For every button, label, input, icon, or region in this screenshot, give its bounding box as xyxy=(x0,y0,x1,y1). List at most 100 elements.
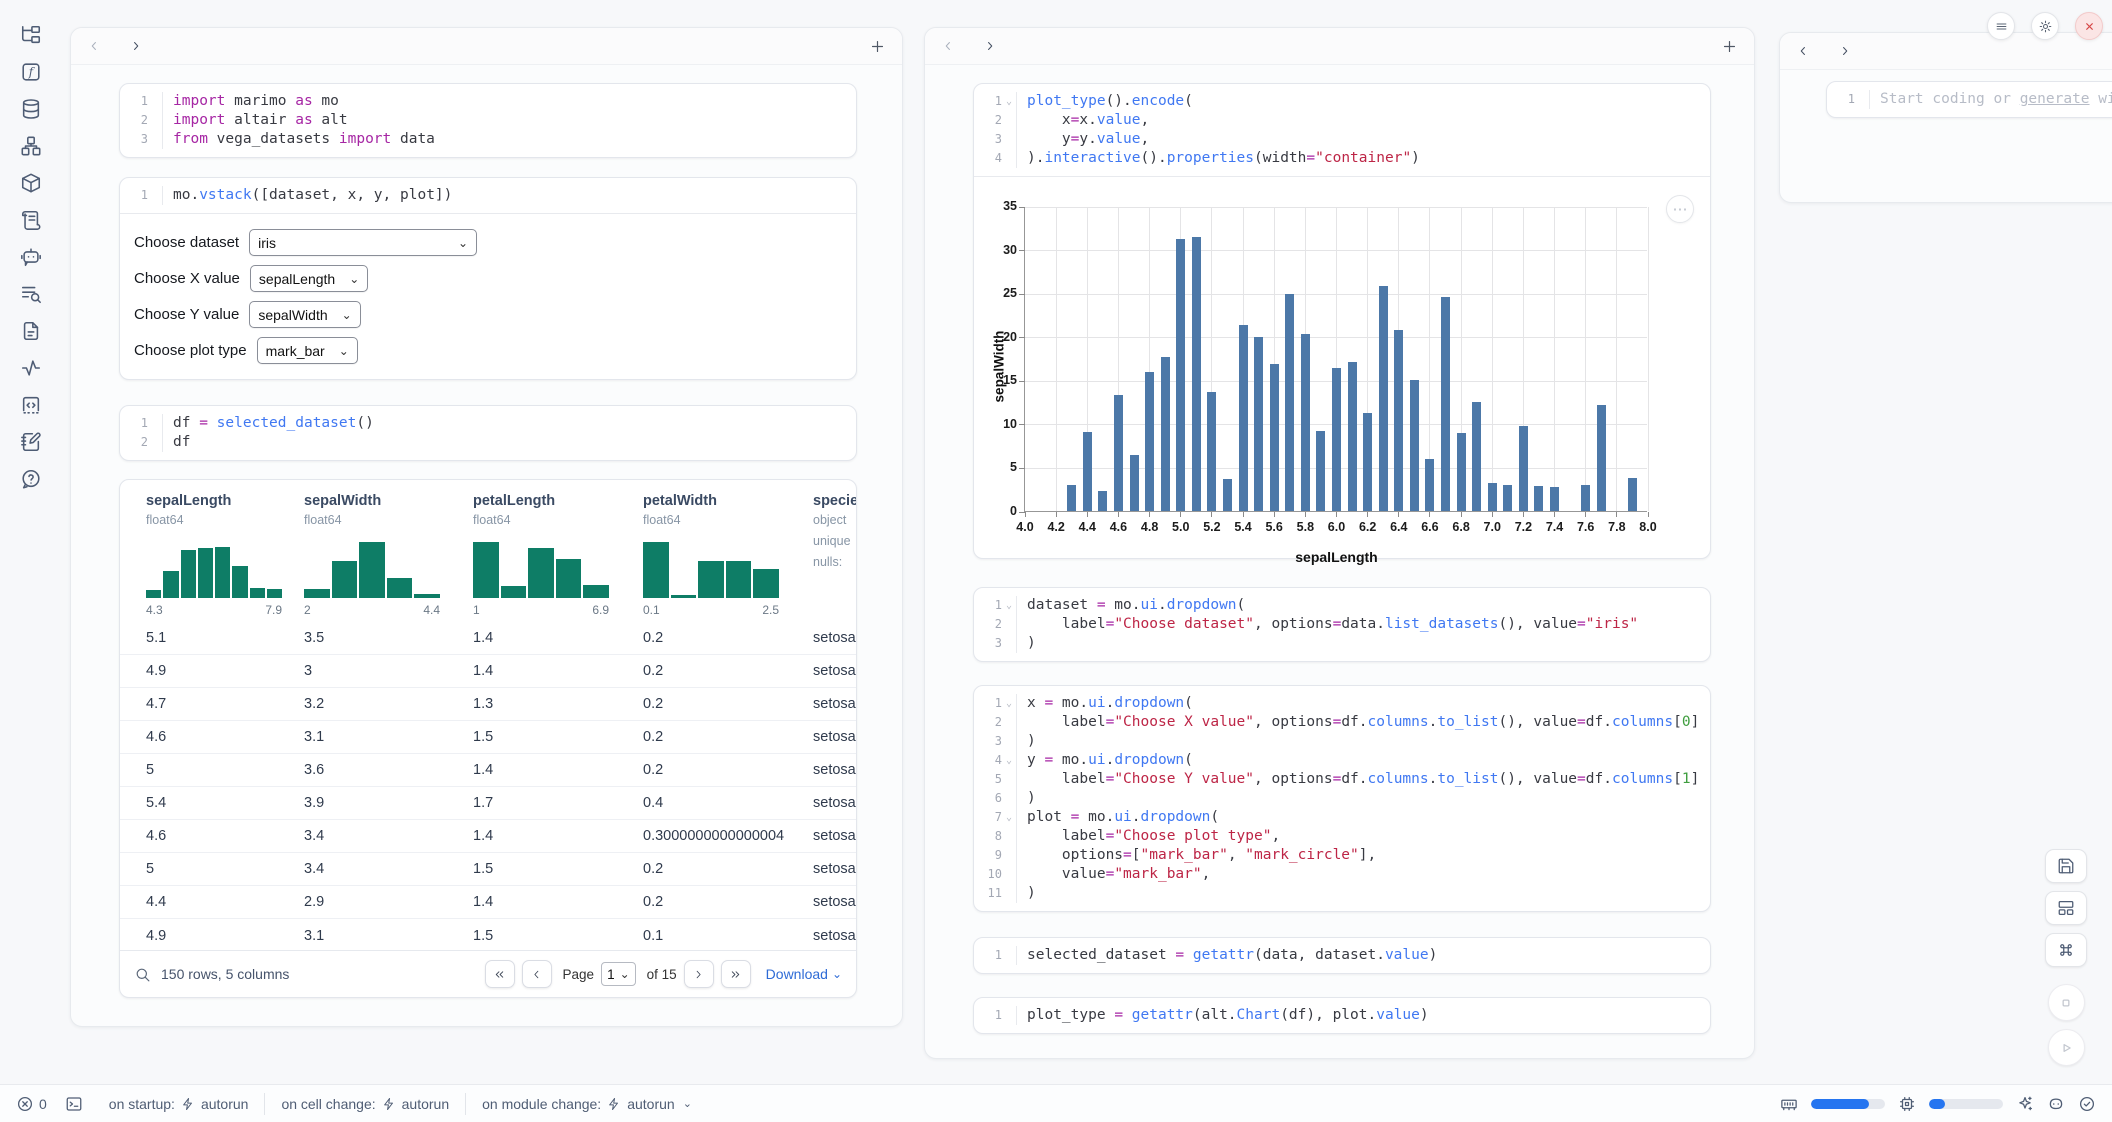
chart-bar xyxy=(1145,372,1154,511)
chevron-right-icon[interactable] xyxy=(983,39,997,53)
runtime-config-2[interactable]: on cell change:autorun xyxy=(281,1096,449,1112)
code-cell-df[interactable]: 1df = selected_dataset()2df xyxy=(119,405,857,461)
code-cell-vstack[interactable]: 1mo.vstack([dataset, x, y, plot]) Choose… xyxy=(119,177,857,380)
connection-status-icon[interactable] xyxy=(2078,1095,2096,1113)
database-icon[interactable] xyxy=(20,98,42,120)
chevron-left-icon[interactable] xyxy=(941,39,955,53)
line-number: 1 xyxy=(974,92,1002,111)
add-cell-icon[interactable] xyxy=(869,38,886,55)
activity-sidebar: f xyxy=(0,0,62,1084)
table-cell: 4.7 xyxy=(146,696,166,712)
empty-code-cell[interactable]: 1Start coding or generate with AI xyxy=(1826,81,2112,118)
code-square-icon[interactable] xyxy=(20,394,42,416)
chart-bar xyxy=(1067,485,1076,511)
table-cell: setosa xyxy=(813,630,856,646)
chart-bar xyxy=(1316,431,1325,511)
x-tick-label: 6.4 xyxy=(1382,520,1416,534)
workflow-icon[interactable] xyxy=(20,135,42,157)
activity-icon[interactable] xyxy=(20,357,42,379)
code-cell-plot[interactable]: 1⌄plot_type().encode(2 x=x.value,3 y=y.v… xyxy=(973,83,1711,559)
file-text-icon[interactable] xyxy=(20,320,42,342)
last-page-button[interactable] xyxy=(721,960,751,988)
chevron-right-icon[interactable] xyxy=(1838,44,1852,58)
code-cell-imports[interactable]: 1import marimo as mo2import altair as al… xyxy=(119,83,857,158)
save-button[interactable] xyxy=(2045,849,2087,883)
chevron-left-icon[interactable] xyxy=(87,39,101,53)
selected-value: iris xyxy=(258,235,276,251)
download-label: Download xyxy=(766,966,828,982)
code-cell-plot-type[interactable]: 1plot_type = getattr(alt.Chart(df), plot… xyxy=(973,997,1711,1034)
add-cell-icon[interactable] xyxy=(1721,38,1738,55)
fold-chevron-icon[interactable]: ⌄ xyxy=(1002,694,1016,713)
x-tick-label: 6.6 xyxy=(1413,520,1447,534)
fold-chevron-icon[interactable]: ⌄ xyxy=(1002,596,1016,615)
runtime-config-1[interactable]: on startup:autorun xyxy=(109,1096,249,1112)
page-select[interactable]: 1 ⌄ xyxy=(601,962,636,986)
code-cell-dataset-dropdown[interactable]: 1⌄dataset = mo.ui.dropdown(2 label="Choo… xyxy=(973,587,1711,662)
fold-chevron-icon[interactable]: ⌄ xyxy=(1002,92,1016,111)
chart-menu-button[interactable]: ⋯ xyxy=(1666,195,1694,223)
column-sepalLength: sepalLengthfloat644.37.9 xyxy=(146,493,286,617)
zap-icon xyxy=(181,1097,195,1111)
line-number: 1 xyxy=(120,414,148,433)
chevron-right-icon[interactable] xyxy=(129,39,143,53)
bar-chart[interactable]: sepalLength sepalWidth 4.04.24.44.64.85.… xyxy=(1024,207,1647,512)
line-number: 5 xyxy=(974,770,1002,789)
next-page-button[interactable] xyxy=(684,960,714,988)
choose-plot-type-select[interactable]: mark_bar⌄ xyxy=(257,337,358,364)
choose-y-value-select[interactable]: sepalWidth⌄ xyxy=(249,301,360,328)
notebook-pen-icon[interactable] xyxy=(20,431,42,453)
choose-x-value-select[interactable]: sepalLength⌄ xyxy=(250,265,368,292)
function-square-icon[interactable]: f xyxy=(20,61,42,83)
notebook-column-3: 1Start coding or generate with AI xyxy=(1779,32,2112,203)
copilot-icon[interactable] xyxy=(2047,1095,2065,1113)
table-cell: 1.4 xyxy=(473,828,493,844)
chart-bar xyxy=(1488,483,1497,511)
choose-dataset-select[interactable]: iris⌄ xyxy=(249,229,477,256)
chart-bar xyxy=(1410,380,1419,511)
table-row: 4.63.41.40.3000000000000004setosa xyxy=(120,820,856,853)
first-page-button[interactable] xyxy=(485,960,515,988)
runtime-config-label: on module change: xyxy=(482,1096,601,1112)
line-number: 4 xyxy=(974,751,1002,770)
ai-sparkles-icon[interactable] xyxy=(2016,1095,2034,1113)
command-palette-button[interactable] xyxy=(2045,933,2087,967)
file-tree-icon[interactable] xyxy=(20,24,42,46)
table-cell: 3.5 xyxy=(304,630,324,646)
chart-bar xyxy=(1441,297,1450,511)
fold-chevron-icon[interactable]: ⌄ xyxy=(1002,751,1016,770)
table-cell: 0.2 xyxy=(643,861,663,877)
chart-bar xyxy=(1285,294,1294,511)
errors-icon[interactable] xyxy=(16,1095,34,1113)
menu-button[interactable] xyxy=(1987,12,2015,40)
text-search-icon[interactable] xyxy=(20,283,42,305)
close-button[interactable] xyxy=(2075,12,2103,40)
fold-chevron-icon[interactable]: ⌄ xyxy=(1002,808,1016,827)
code-cell-xy-plot-dropdowns[interactable]: 1⌄x = mo.ui.dropdown(2 label="Choose X v… xyxy=(973,685,1711,912)
fold-gutter xyxy=(1002,846,1016,865)
table-cell: 0.2 xyxy=(643,894,663,910)
download-button[interactable]: Download ⌄ xyxy=(766,966,842,982)
prev-page-button[interactable] xyxy=(522,960,552,988)
layout-button[interactable] xyxy=(2045,891,2087,925)
runtime-config-3[interactable]: on module change:autorun⌄ xyxy=(482,1096,692,1112)
terminal-icon[interactable] xyxy=(65,1095,83,1113)
column-stat: unique xyxy=(813,534,857,548)
search-icon[interactable] xyxy=(134,966,151,983)
stop-button[interactable] xyxy=(2048,984,2085,1021)
table-cell: 1.5 xyxy=(473,729,493,745)
bot-icon[interactable] xyxy=(20,246,42,268)
table-row: 53.61.40.2setosa xyxy=(120,754,856,787)
chart-bar xyxy=(1363,413,1372,511)
chevron-left-icon[interactable] xyxy=(1796,44,1810,58)
chevron-down-icon: ⌄ xyxy=(342,308,352,322)
run-all-button[interactable] xyxy=(2048,1029,2085,1066)
scroll-text-icon[interactable] xyxy=(20,209,42,231)
page-value: 1 xyxy=(607,967,615,982)
help-circle-icon[interactable] xyxy=(20,468,42,490)
package-icon[interactable] xyxy=(20,172,42,194)
runtime-config-value: autorun xyxy=(402,1096,449,1112)
chart-bar xyxy=(1550,487,1559,511)
settings-button[interactable] xyxy=(2031,12,2059,40)
code-cell-selected-dataset[interactable]: 1selected_dataset = getattr(data, datase… xyxy=(973,937,1711,974)
